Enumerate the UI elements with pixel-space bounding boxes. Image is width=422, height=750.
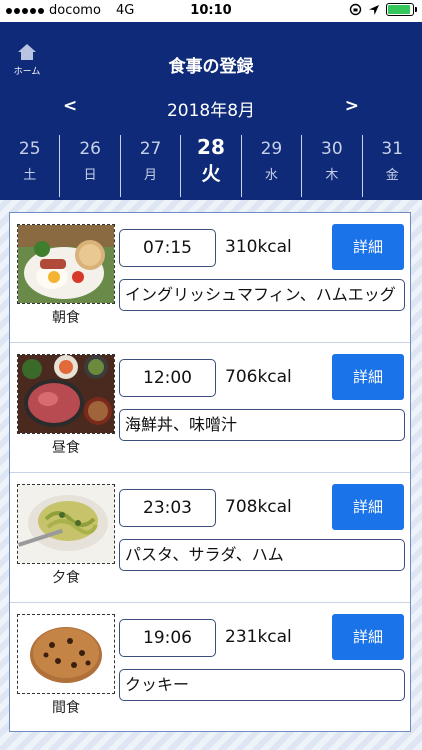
day-item[interactable]: 29 水 — [242, 135, 303, 197]
day-weekday: 月 — [144, 168, 158, 183]
day-number: 29 — [260, 139, 283, 159]
meal-row-breakfast: 朝食 07:15 310kcal 詳細 イングリッシュマフィン、ハムエッグ — [10, 213, 410, 343]
meal-row-snack: 間食 19:06 231kcal 詳細 クッキー — [10, 603, 410, 733]
day-selector: 25 土 26 日 27 月 28 火 29 水 30 木 31 金 — [0, 135, 422, 197]
day-weekday: 火 — [201, 163, 221, 185]
dinner-photo-icon — [18, 485, 114, 563]
day-weekday: 日 — [83, 168, 97, 183]
detail-button[interactable]: 詳細 — [332, 484, 404, 530]
day-weekday: 金 — [385, 168, 399, 183]
meal-row-dinner: 夕食 23:03 708kcal 詳細 パスタ、サラダ、ハム — [10, 473, 410, 603]
lunch-photo-icon — [18, 355, 114, 433]
meal-row-lunch: 昼食 12:00 706kcal 詳細 海鮮丼、味噌汁 — [10, 343, 410, 473]
time-input[interactable]: 12:00 — [119, 359, 216, 397]
detail-button[interactable]: 詳細 — [332, 224, 404, 270]
calorie-value: 310kcal — [225, 237, 292, 257]
location-arrow-icon — [369, 4, 379, 15]
menu-input[interactable]: パスタ、サラダ、ハム — [119, 539, 405, 571]
snack-photo-icon — [18, 615, 114, 693]
meal-type-label: 夕食 — [52, 570, 80, 586]
day-number: 28 — [197, 135, 225, 159]
rotation-lock-icon — [349, 3, 362, 16]
day-item[interactable]: 26 日 — [60, 135, 121, 197]
day-number: 27 — [139, 139, 162, 159]
meal-list: 朝食 07:15 310kcal 詳細 イングリッシュマフィン、ハムエッグ 昼食… — [9, 212, 411, 732]
day-number: 30 — [321, 139, 343, 159]
meal-photo[interactable] — [17, 614, 115, 694]
time-input[interactable]: 07:15 — [119, 229, 216, 267]
calorie-value: 706kcal — [225, 367, 292, 387]
day-item-selected[interactable]: 28 火 — [181, 135, 242, 197]
day-item[interactable]: 31 金 — [363, 135, 422, 197]
next-month-button[interactable]: > — [345, 96, 359, 116]
app-header: ホーム 食事の登録 < 2018年8月 > 25 土 26 日 27 月 28 火 29… — [0, 22, 422, 200]
day-number: 26 — [79, 139, 101, 159]
menu-input[interactable]: イングリッシュマフィン、ハムエッグ — [119, 279, 405, 311]
battery-icon — [386, 3, 417, 16]
month-navigation: < 2018年8月 > — [0, 96, 422, 121]
page-title: 食事の登録 — [168, 57, 254, 77]
day-item[interactable]: 27 月 — [121, 135, 182, 197]
day-number: 25 — [18, 139, 41, 159]
day-weekday: 土 — [23, 168, 37, 183]
menu-input[interactable]: クッキー — [119, 669, 405, 701]
calorie-value: 708kcal — [225, 497, 292, 517]
meal-type-label: 朝食 — [52, 310, 80, 326]
time-input[interactable]: 19:06 — [119, 619, 216, 657]
meal-type-label: 昼食 — [52, 440, 80, 456]
breakfast-photo-icon — [18, 225, 114, 303]
day-weekday: 木 — [325, 168, 339, 183]
meal-photo[interactable] — [17, 484, 115, 564]
meal-type-label: 間食 — [52, 700, 80, 716]
detail-button[interactable]: 詳細 — [332, 614, 404, 660]
day-number: 31 — [381, 139, 404, 159]
menu-input[interactable]: 海鮮丼、味噌汁 — [119, 409, 405, 441]
detail-button[interactable]: 詳細 — [332, 354, 404, 400]
calorie-value: 231kcal — [225, 627, 292, 647]
day-item[interactable]: 30 木 — [302, 135, 363, 197]
meal-photo[interactable] — [17, 354, 115, 434]
day-item[interactable]: 25 土 — [0, 135, 61, 197]
day-weekday: 水 — [264, 168, 278, 183]
status-right — [349, 3, 417, 16]
meal-photo[interactable] — [17, 224, 115, 304]
status-bar: docomo 4G 10:10 — [0, 0, 422, 22]
time-input[interactable]: 23:03 — [119, 489, 216, 527]
